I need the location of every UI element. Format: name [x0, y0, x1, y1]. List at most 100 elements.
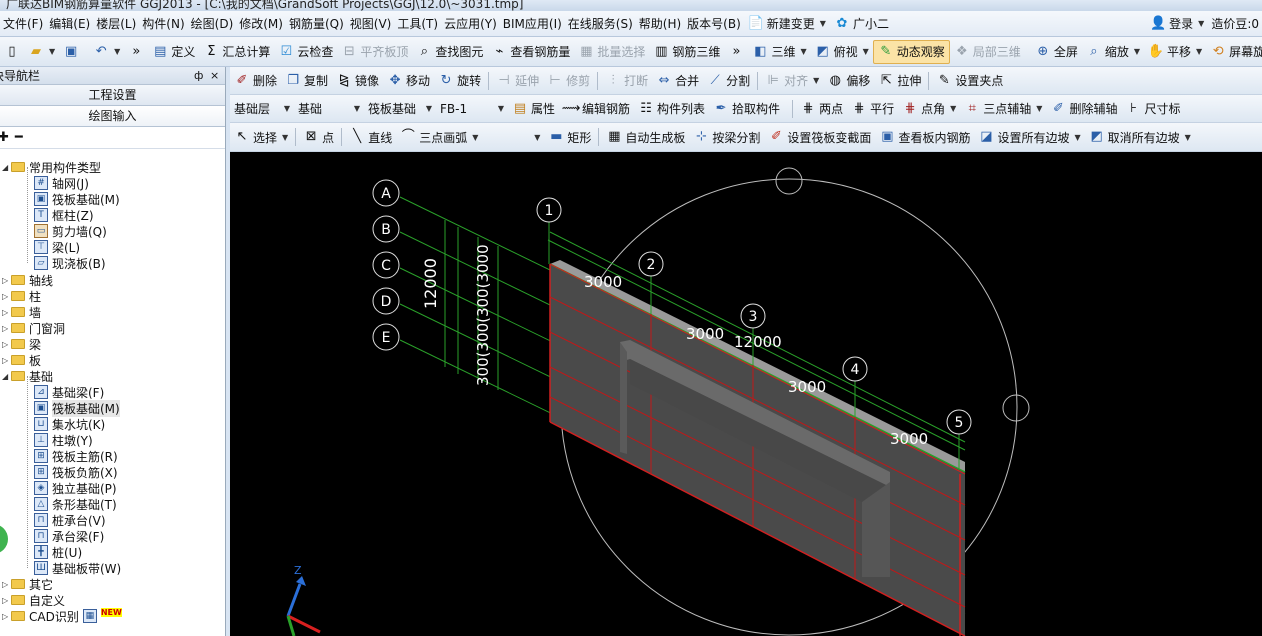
tree-item-beam[interactable]: ⊤ 梁(L) [34, 239, 80, 255]
grip-settings-button[interactable]: ✎ 设置夹点 [932, 69, 1007, 93]
expand-arrow-icon[interactable]: ▷ [2, 580, 11, 589]
rotate-button[interactable]: ↻ 旋转 [434, 69, 485, 93]
two-point-axis-button[interactable]: ⋕ 两点 [796, 97, 847, 121]
arc-button[interactable]: ⌒ 三点画弧 ▼ [396, 125, 482, 149]
expand-arrow-icon[interactable]: ▷ [2, 596, 11, 605]
tree-item-frame-column[interactable]: T 框柱(Z) [34, 207, 94, 223]
tree-item-slab[interactable]: ▱ 现浇板(B) [34, 255, 106, 271]
menu-rebar-qty[interactable]: 钢筋量(Q) [286, 11, 347, 36]
menu-edit[interactable]: 编辑(E) [46, 11, 93, 36]
variable-section-button[interactable]: ✐ 设置筏板变截面 [764, 125, 875, 149]
tree-item-shear-wall[interactable]: ▭ 剪力墙(Q) [34, 223, 107, 239]
component-list-button[interactable]: ☷ 构件列表 [634, 97, 709, 121]
move-button[interactable]: ✥ 移动 [383, 69, 434, 93]
tree-item-cap-beam[interactable]: ⊓ 承台梁(F) [34, 528, 104, 544]
merge-button[interactable]: ⇔ 合并 [652, 69, 703, 93]
orbit-handle-right[interactable] [1002, 394, 1030, 422]
project-settings-button[interactable]: 工程设置 [0, 85, 225, 106]
break-button[interactable]: ⫶ 打断 [601, 69, 652, 93]
tree-item-pier[interactable]: ⊥ 柱墩(Y) [34, 432, 93, 448]
collapse-all-icon[interactable]: ━ [15, 130, 23, 145]
expand-arrow-icon[interactable]: ▷ [2, 340, 11, 349]
cancel-all-slopes-button[interactable]: ◩ 取消所有边坡 ▼ [1085, 125, 1195, 149]
menu-file[interactable]: 文件(F) [0, 11, 46, 36]
tree-group-cad[interactable]: ▷ CAD识别 ▦ NEW [2, 607, 122, 624]
name-select[interactable]: FB-1 ▼ [436, 99, 508, 119]
collapse-arrow-icon[interactable]: ◢ [2, 163, 11, 172]
summary-calc-button[interactable]: Σ 汇总计算 [199, 40, 274, 64]
batch-select-button[interactable]: ▦ 批量选择 [574, 40, 649, 64]
tree-group-axis[interactable]: ▷ 轴线 [2, 272, 53, 288]
parallel-axis-button[interactable]: ⋕ 平行 [847, 97, 898, 121]
arc-option-select[interactable]: ▼ [482, 127, 544, 147]
menu-online[interactable]: 在线服务(S) [565, 11, 636, 36]
view-rebar-qty-button[interactable]: ⌁ 查看钢筋量 [487, 40, 574, 64]
rectangle-button[interactable]: ▬ 矩形 [544, 125, 595, 149]
extend-button[interactable]: ⊣ 延伸 [492, 69, 543, 93]
viewport-svg[interactable]: A B C D E 1 2 3 4 5 12000 300(300(300(30… [230, 152, 1262, 636]
rebar-3d-button[interactable]: ▥ 钢筋三维 [649, 40, 724, 64]
three-point-axis-button[interactable]: ⌗ 三点辅轴 ▼ [960, 97, 1046, 121]
menu-draw[interactable]: 绘图(D) [188, 11, 237, 36]
collapse-arrow-icon[interactable]: ◢ [2, 372, 11, 381]
stretch-button[interactable]: ⇱ 拉伸 [874, 69, 925, 93]
tree-item-pile[interactable]: ╋ 桩(U) [34, 544, 82, 560]
new-file-button[interactable]: ▯ [0, 40, 24, 64]
tree-group-other[interactable]: ▷ 其它 [2, 576, 53, 592]
orbit-handle-top[interactable] [775, 167, 803, 195]
menu-modify[interactable]: 修改(M) [236, 11, 286, 36]
line-button[interactable]: ╲ 直线 [345, 125, 396, 149]
delete-axis-button[interactable]: ✐ 删除辅轴 [1046, 97, 1121, 121]
dynamic-orbit-button[interactable]: ✎ 动态观察 [872, 39, 950, 64]
point-angle-button[interactable]: ⋕ 点角 ▼ [898, 97, 960, 121]
more-button[interactable]: » [124, 40, 148, 64]
split-button[interactable]: ⟋ 分割 [703, 69, 754, 93]
floor-select[interactable]: 基础层 ▼ [230, 99, 294, 119]
tree-item-raft[interactable]: ▣ 筏板基础(M) [34, 191, 120, 207]
expand-arrow-icon[interactable]: ▷ [2, 324, 11, 333]
menu-floor[interactable]: 楼层(L) [93, 11, 139, 36]
expand-arrow-icon[interactable]: ▷ [2, 308, 11, 317]
tree-item-raft-foundation[interactable]: ▣ 筏板基础(M) [34, 399, 120, 417]
tree-item-raft-neg-rebar[interactable]: ⊞ 筏板负筋(X) [34, 464, 118, 480]
tree-group-beam[interactable]: ▷ 梁 [2, 336, 41, 352]
expand-arrow-icon[interactable]: ▷ [2, 612, 11, 621]
drawing-viewport[interactable]: A B C D E 1 2 3 4 5 12000 300(300(300(30… [230, 152, 1262, 636]
zoom-button[interactable]: ⌕ 缩放 ▼ [1082, 40, 1144, 64]
menu-bim[interactable]: BIM应用(I) [500, 11, 565, 36]
tree-item-raft-main-rebar[interactable]: ⊞ 筏板主筋(R) [34, 448, 118, 464]
offset-button[interactable]: ◍ 偏移 [823, 69, 874, 93]
dimension-button[interactable]: ⊦ 尺寸标 [1121, 97, 1184, 121]
expand-arrow-icon[interactable]: ▷ [2, 292, 11, 301]
menu-version[interactable]: 版本号(B) [684, 11, 744, 36]
raft-step-side[interactable] [620, 342, 627, 454]
expand-arrow-icon[interactable]: ▷ [2, 276, 11, 285]
properties-button[interactable]: ▤ 属性 [508, 97, 559, 121]
menu-tools[interactable]: 工具(T) [394, 11, 441, 36]
delete-button[interactable]: ✐ 删除 [230, 69, 281, 93]
tree-group-openings[interactable]: ▷ 门窗洞 [2, 320, 65, 336]
mirror-button[interactable]: ⧎ 镜像 [332, 69, 383, 93]
cloud-check-button[interactable]: ☑ 云检查 [274, 40, 337, 64]
auto-gen-slab-button[interactable]: ▦ 自动生成板 [602, 125, 689, 149]
pin-icon[interactable]: ф [194, 67, 203, 85]
tree-group-wall[interactable]: ▷ 墙 [2, 304, 41, 320]
split-by-beam-button[interactable]: ⊹ 按梁分割 [689, 125, 764, 149]
tree-item-slab-strip[interactable]: Ш 基础板带(W) [34, 560, 121, 576]
screen-rotate-button[interactable]: ⟲ 屏幕旋 [1206, 40, 1262, 64]
copy-button[interactable]: ❐ 复制 [281, 69, 332, 93]
tree-item-pile-cap[interactable]: ⊓ 桩承台(V) [34, 512, 106, 528]
menu-view[interactable]: 视图(V) [347, 11, 395, 36]
define-button[interactable]: ▤ 定义 [148, 40, 199, 64]
pick-component-button[interactable]: ✒ 拾取构件 [709, 97, 784, 121]
select-button[interactable]: ↖ 选择 ▼ [230, 125, 292, 149]
login-button[interactable]: 👤 登录 ▼ [1146, 12, 1208, 36]
trim-button[interactable]: ⊢ 修剪 [543, 69, 594, 93]
point-button[interactable]: ⊠ 点 [299, 125, 338, 149]
undo-button[interactable]: ↶ ▼ [89, 40, 124, 64]
tree-item-strip-footing[interactable]: △ 条形基础(T) [34, 496, 117, 512]
expand-all-icon[interactable]: ✚ [0, 130, 9, 145]
align-slab-top-button[interactable]: ⊟ 平齐板顶 [337, 40, 412, 64]
save-button[interactable]: ▣ [59, 40, 83, 64]
local-3d-button[interactable]: ❖ 局部三维 [950, 40, 1025, 64]
